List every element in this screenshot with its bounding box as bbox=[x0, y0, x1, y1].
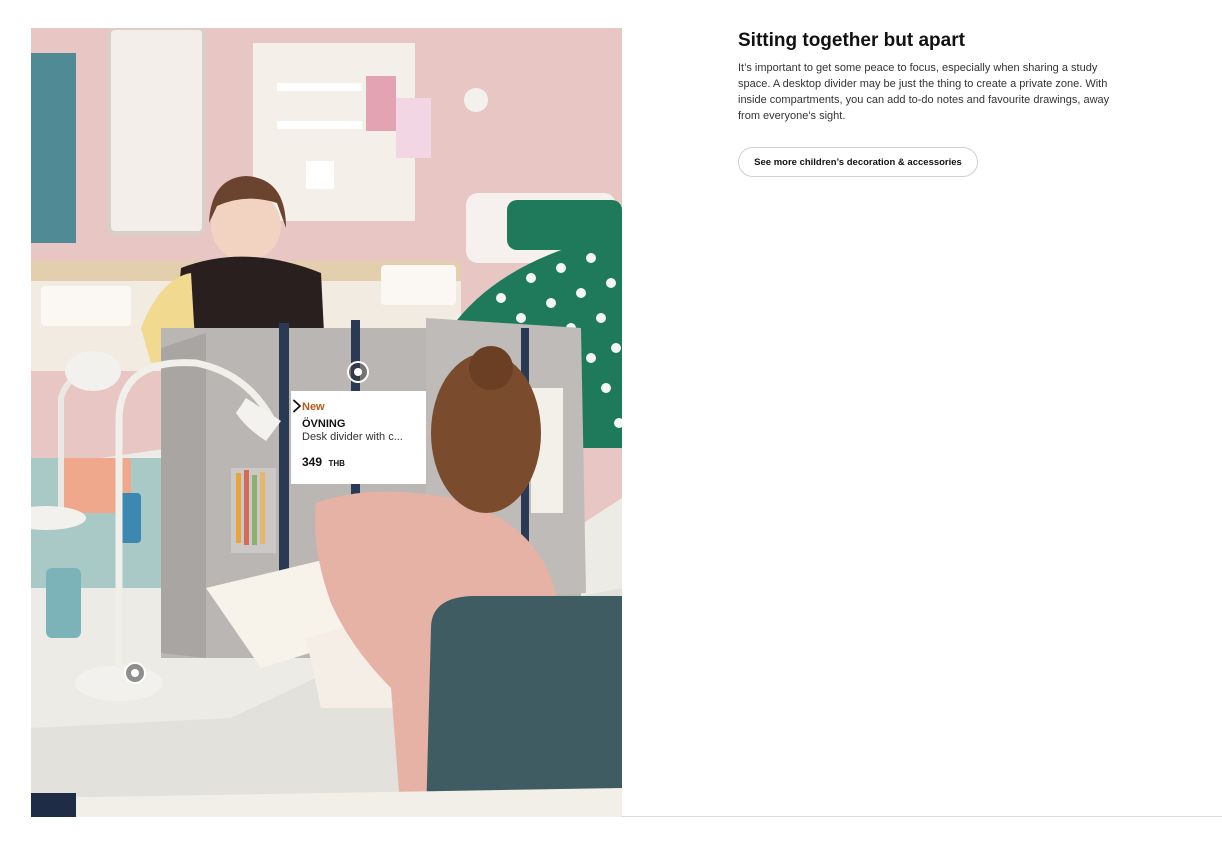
new-badge: New bbox=[302, 401, 325, 413]
product-name: ÖVNING bbox=[302, 418, 346, 430]
hotspot-lamp[interactable] bbox=[124, 662, 146, 684]
hotspot-desk-divider[interactable] bbox=[347, 361, 369, 383]
chevron-right-icon[interactable] bbox=[291, 399, 303, 413]
product-card[interactable]: New ÖVNING Desk divider with c... 349 TH… bbox=[291, 391, 426, 484]
price-currency: THB bbox=[328, 459, 345, 468]
see-more-button[interactable]: See more children’s decoration & accesso… bbox=[738, 147, 978, 177]
price-amount: 349 bbox=[302, 455, 323, 469]
hero-photo: New ÖVNING Desk divider with c... 349 TH… bbox=[31, 28, 622, 817]
product-price: 349 THB bbox=[302, 453, 415, 471]
section-title: Sitting together but apart bbox=[738, 30, 965, 51]
section-body: It’s important to get some peace to focu… bbox=[738, 62, 1110, 122]
section-divider bbox=[622, 816, 1222, 817]
product-description: Desk divider with c... bbox=[302, 431, 403, 443]
